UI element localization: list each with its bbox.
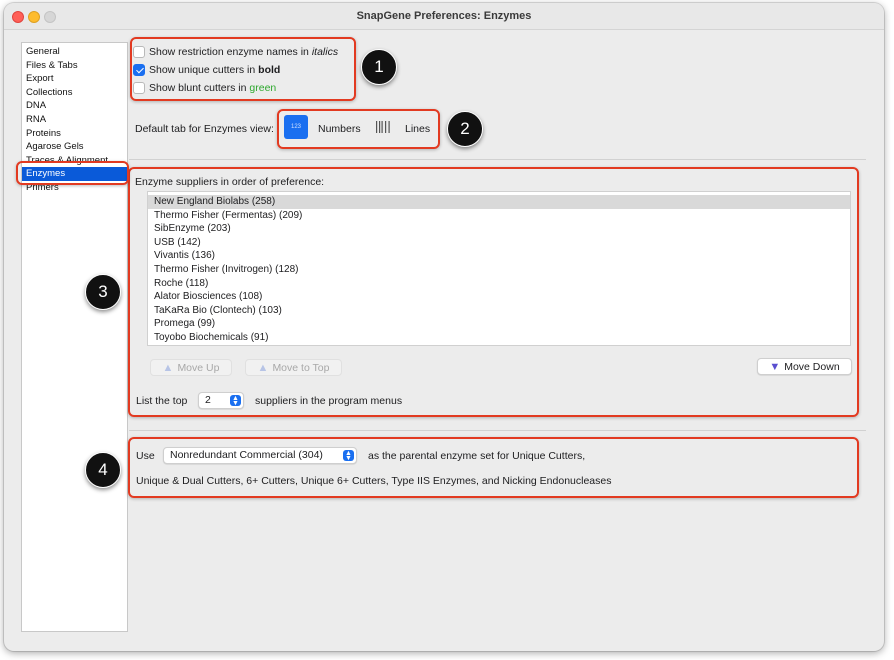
separator [129, 159, 866, 160]
sidebar-item-dna[interactable]: DNA [22, 99, 127, 113]
annotation-badge-1: 1 [361, 49, 397, 85]
sidebar-item-agarose-gels[interactable]: Agarose Gels [22, 140, 127, 154]
annotation-box-3 [128, 167, 859, 417]
separator [129, 430, 866, 431]
annotation-badge-2: 2 [447, 111, 483, 147]
window-title: SnapGene Preferences: Enzymes [356, 10, 532, 22]
preferences-sidebar: General Files & Tabs Export Collections … [21, 42, 128, 632]
sidebar-item-collections[interactable]: Collections [22, 86, 127, 100]
sidebar-item-general[interactable]: General [22, 45, 127, 59]
sidebar-item-files-tabs[interactable]: Files & Tabs [22, 59, 127, 73]
default-tab-label: Default tab for Enzymes view: [135, 123, 274, 135]
annotation-box-2 [277, 109, 440, 149]
annotation-box-sidebar [16, 161, 129, 185]
sidebar-item-export[interactable]: Export [22, 72, 127, 86]
title-bar: SnapGene Preferences: Enzymes [4, 3, 884, 30]
annotation-badge-4: 4 [85, 452, 121, 488]
annotation-badge-3: 3 [85, 274, 121, 310]
sidebar-item-proteins[interactable]: Proteins [22, 127, 127, 141]
annotation-box-1 [130, 37, 356, 101]
sidebar-item-rna[interactable]: RNA [22, 113, 127, 127]
annotation-box-4 [128, 437, 859, 498]
